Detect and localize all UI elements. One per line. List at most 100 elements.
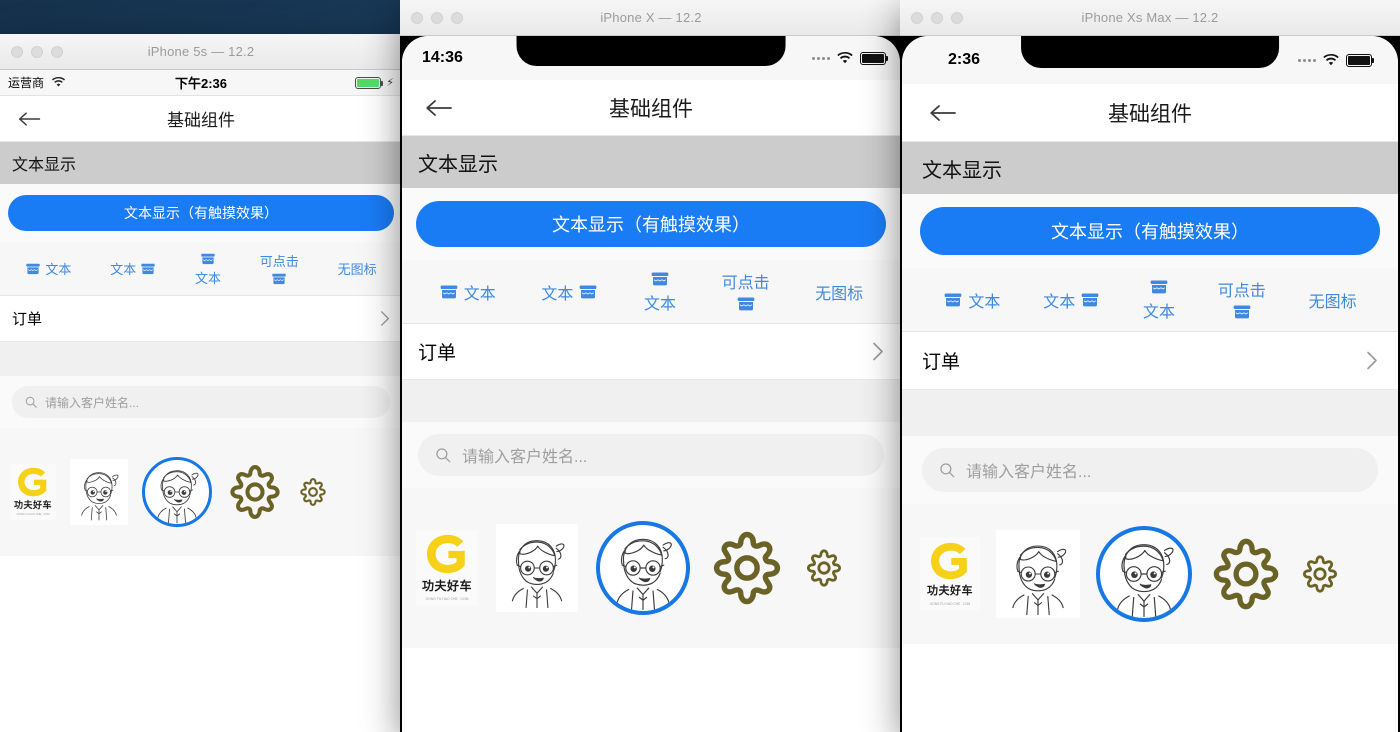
logo-g-icon	[18, 467, 47, 497]
navigation-bar: 基础组件	[902, 84, 1398, 142]
text-display-row[interactable]: 文本显示	[402, 136, 900, 188]
window-traffic-lights[interactable]	[900, 11, 963, 24]
search-placeholder: 请输入客户姓名...	[45, 395, 140, 410]
simulator-window-iphone-5s[interactable]: iPhone 5s — 12.2 运营商 下午2:36 ⚡ 基础组件 文本显示 …	[0, 34, 402, 732]
page-title: 基础组件	[609, 97, 693, 121]
icon-item-none[interactable]: 无图标	[1309, 288, 1357, 312]
simulator-window-iphone-xs-max[interactable]: iPhone Xs Max — 12.2 2:36 基础组件 文本显示 文本显示…	[900, 0, 1400, 732]
logo-gongfuhaoche: 功夫好车 GONG FU HAO CHE . COM	[416, 530, 478, 606]
shop-icon	[578, 282, 598, 302]
icon-item-left[interactable]: 文本	[25, 259, 71, 278]
minimize-button[interactable]	[31, 45, 43, 58]
shop-icon	[25, 261, 41, 277]
window-traffic-lights[interactable]	[0, 45, 63, 58]
search-placeholder: 请输入客户姓名...	[462, 449, 588, 466]
phone-screen: 运营商 下午2:36 ⚡ 基础组件 文本显示 文本显示（有触摸效果） 文本 文本…	[0, 70, 402, 732]
signal-dots-icon	[1298, 58, 1316, 62]
navigation-bar: 基础组件	[402, 80, 900, 136]
icon-item-right[interactable]: 文本	[110, 259, 156, 278]
text-display-touch-button[interactable]: 文本显示（有触摸效果）	[920, 207, 1380, 255]
icon-item-top[interactable]: 文本	[1143, 277, 1175, 322]
icon-item-none[interactable]: 无图标	[815, 280, 863, 304]
chevron-right-icon	[872, 341, 884, 362]
back-arrow-icon	[17, 109, 42, 129]
status-time: 下午2:36	[174, 76, 228, 91]
touch-button-container: 文本显示（有触摸效果）	[902, 194, 1398, 268]
order-label: 订单	[418, 343, 457, 364]
window-title: iPhone Xs Max — 12.2	[1081, 10, 1219, 25]
shop-icon	[736, 294, 756, 314]
icon-item-label: 文本	[968, 293, 1001, 311]
icon-item-bottom[interactable]: 可点击	[722, 269, 770, 314]
gear-large-icon	[226, 463, 284, 521]
back-button[interactable]	[420, 89, 458, 127]
app-root: 2:36 基础组件 文本显示 文本显示（有触摸效果） 文本 文本 文本 可点击 …	[902, 36, 1398, 732]
logo-gongfuhaoche: 功夫好车 GONG FU HAO CHE . COM	[920, 537, 980, 611]
order-list-row[interactable]: 订单	[402, 324, 900, 380]
zoom-button[interactable]	[51, 45, 63, 58]
icon-item-top[interactable]: 文本	[644, 269, 676, 314]
icon-item-bottom[interactable]: 可点击	[260, 251, 299, 287]
icon-item-top[interactable]: 文本	[195, 251, 221, 287]
icon-item-label: 无图标	[337, 262, 377, 277]
kid-illustration-icon	[996, 531, 1080, 617]
text-display-row[interactable]: 文本显示	[902, 142, 1398, 194]
logo-pinyin-text: GONG FU HAO CHE . COM	[929, 601, 971, 606]
gear-small-icon	[1300, 554, 1340, 594]
search-container: 请输入客户姓名...	[0, 376, 402, 428]
avatar-square	[996, 530, 1080, 618]
touch-button-container: 文本显示（有触摸效果）	[402, 188, 900, 260]
text-display-row[interactable]: 文本显示	[0, 142, 402, 184]
image-row: 功夫好车 GONG FU HAO CHE . COM	[402, 488, 900, 648]
status-right: ⚡	[355, 76, 394, 89]
zoom-button[interactable]	[951, 11, 963, 24]
shop-icon	[271, 271, 287, 287]
icon-item-right[interactable]: 文本	[1043, 288, 1100, 312]
minimize-button[interactable]	[431, 11, 443, 24]
icon-item-none[interactable]: 无图标	[338, 259, 377, 278]
avatar-circle	[1096, 526, 1192, 622]
icon-item-bottom[interactable]: 可点击	[1218, 277, 1266, 322]
back-button[interactable]	[924, 94, 962, 132]
close-button[interactable]	[11, 45, 23, 58]
icon-item-left[interactable]: 文本	[439, 280, 496, 304]
minimize-button[interactable]	[931, 11, 943, 24]
image-row: 功夫好车 GONG FU HAO CHE . COM	[0, 428, 402, 556]
search-input[interactable]: 请输入客户姓名...	[12, 386, 390, 418]
order-list-row[interactable]: 订单	[902, 332, 1398, 390]
section-spacer	[0, 342, 402, 376]
kid-illustration-icon	[145, 459, 209, 525]
search-input[interactable]: 请输入客户姓名...	[418, 434, 884, 476]
notch	[1021, 36, 1279, 68]
close-button[interactable]	[411, 11, 423, 24]
shop-icon	[650, 269, 670, 289]
gear-small-icon	[804, 548, 844, 588]
shop-icon	[439, 282, 459, 302]
icon-item-label: 文本	[541, 285, 574, 303]
window-titlebar[interactable]: iPhone X — 12.2	[400, 0, 902, 36]
icon-item-label: 可点击	[259, 253, 299, 269]
icon-item-label: 文本	[110, 262, 137, 277]
icon-item-left[interactable]: 文本	[943, 288, 1000, 312]
order-list-row[interactable]: 订单	[0, 296, 402, 342]
window-titlebar[interactable]: iPhone Xs Max — 12.2	[900, 0, 1400, 36]
back-button[interactable]	[12, 102, 46, 136]
text-display-touch-button[interactable]: 文本显示（有触摸效果）	[8, 195, 394, 231]
shop-icon	[140, 261, 156, 277]
window-traffic-lights[interactable]	[400, 11, 463, 24]
simulator-window-iphone-x[interactable]: iPhone X — 12.2 14:36 基础组件 文本显示 文本显示（有触摸…	[400, 0, 902, 732]
icon-item-right[interactable]: 文本	[541, 280, 598, 304]
zoom-button[interactable]	[451, 11, 463, 24]
icon-item-label: 文本	[194, 270, 221, 286]
window-titlebar[interactable]: iPhone 5s — 12.2	[0, 34, 402, 70]
logo-pinyin-text: GONG FU HAO CHE . COM	[16, 513, 50, 517]
chevron-right-icon	[1366, 350, 1378, 371]
icon-label-row: 文本 文本 文本 可点击 无图标	[402, 260, 900, 324]
search-input[interactable]: 请输入客户姓名...	[922, 448, 1378, 492]
icon-label-row: 文本 文本 文本 可点击 无图标	[902, 268, 1398, 332]
search-placeholder: 请输入客户姓名...	[966, 464, 1092, 481]
phone-screen: 2:36 基础组件 文本显示 文本显示（有触摸效果） 文本 文本 文本 可点击 …	[900, 36, 1400, 732]
text-display-touch-button[interactable]: 文本显示（有触摸效果）	[416, 201, 886, 247]
order-label: 订单	[922, 352, 961, 373]
close-button[interactable]	[911, 11, 923, 24]
